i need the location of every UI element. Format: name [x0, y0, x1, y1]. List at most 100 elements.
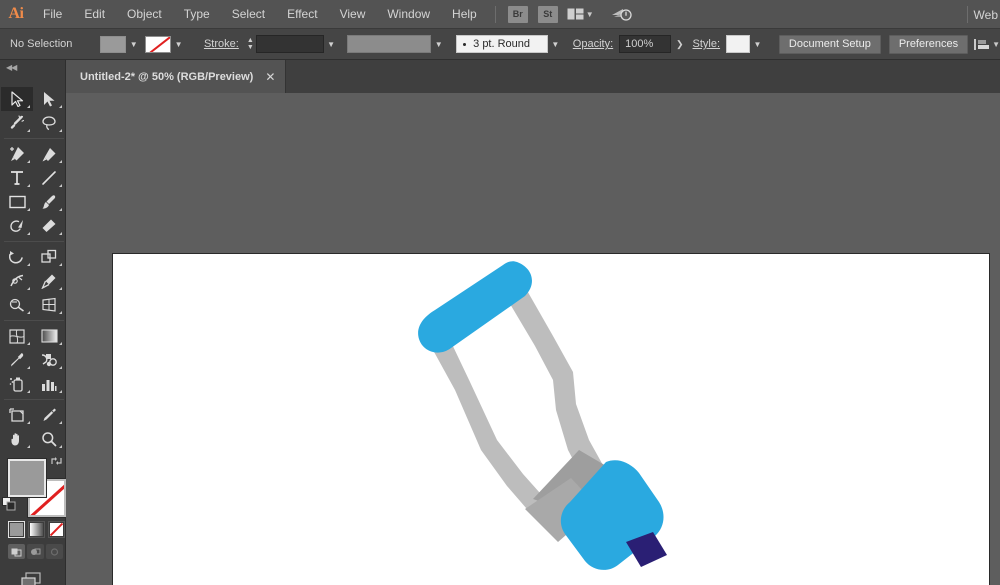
menu-separator	[495, 6, 496, 23]
brush-definition-dropdown-icon[interactable]: ▼	[548, 35, 563, 54]
double-chevron-left-icon[interactable]: ◀◀	[0, 60, 65, 74]
rectangle-tool[interactable]	[1, 190, 33, 214]
free-transform-tool[interactable]	[33, 269, 65, 293]
none-icon[interactable]	[48, 521, 65, 538]
hand-tool[interactable]	[1, 427, 33, 451]
document-tab[interactable]: Untitled-2* @ 50% (RGB/Preview) ✕	[66, 60, 286, 93]
fill-dropdown-icon[interactable]: ▼	[126, 35, 141, 54]
opacity-expand-icon[interactable]: ❯	[671, 39, 689, 50]
graphic-style-swatch[interactable]	[726, 35, 750, 53]
tools-grid	[0, 87, 66, 451]
document-tab-title: Untitled-2* @ 50% (RGB/Preview)	[80, 71, 253, 83]
opacity-input[interactable]: 100%	[619, 35, 671, 53]
draw-inside-icon[interactable]	[46, 544, 63, 559]
preferences-button[interactable]: Preferences	[889, 35, 968, 54]
canvas-area[interactable]	[66, 93, 1000, 585]
drawing-modes-row	[0, 538, 65, 559]
blend-tool[interactable]	[33, 348, 65, 372]
change-screen-mode-icon[interactable]	[0, 559, 65, 585]
paintbrush-tool[interactable]	[33, 190, 65, 214]
menu-item-type[interactable]: Type	[173, 0, 221, 29]
eyedropper-tool[interactable]	[1, 348, 33, 372]
arrange-documents-icon[interactable]: ▼	[567, 8, 594, 20]
menubar-right-group: Web	[967, 0, 1000, 29]
swap-fill-stroke-icon[interactable]	[50, 455, 63, 470]
menu-bar: Ai File Edit Object Type Select Effect V…	[0, 0, 1000, 29]
menu-item-object[interactable]: Object	[116, 0, 173, 29]
graphic-style-dropdown-icon[interactable]: ▼	[750, 35, 765, 54]
stroke-color-swatch[interactable]	[145, 36, 171, 53]
align-chevron-down-icon[interactable]: ▼	[992, 40, 1000, 49]
cloud-sync-icon[interactable]	[610, 6, 632, 22]
stroke-weight-input[interactable]	[256, 35, 324, 53]
selection-status-label: No Selection	[10, 38, 72, 50]
gradient-icon[interactable]	[28, 521, 45, 538]
magic-wand-tool[interactable]	[1, 111, 33, 135]
tools-panel-grip[interactable]	[0, 74, 65, 87]
zoom-tool[interactable]	[33, 427, 65, 451]
tools-panel: ◀◀	[0, 60, 66, 585]
width-tool[interactable]	[1, 269, 33, 293]
brush-definition-label: 3 pt. Round	[473, 38, 530, 50]
gradient-tool[interactable]	[33, 324, 65, 348]
shaper-tool[interactable]	[1, 214, 33, 238]
slice-tool[interactable]	[33, 403, 65, 427]
color-icon[interactable]	[8, 521, 25, 538]
opacity-label[interactable]: Opacity:	[573, 38, 613, 50]
eraser-tool[interactable]	[33, 214, 65, 238]
shape-builder-tool[interactable]	[1, 293, 33, 317]
selection-tool[interactable]	[1, 87, 33, 111]
type-tool[interactable]	[1, 166, 33, 190]
close-icon[interactable]: ✕	[265, 71, 275, 83]
scale-tool[interactable]	[33, 245, 65, 269]
stroke-weight-label[interactable]: Stroke:	[204, 38, 239, 50]
menu-item-file[interactable]: File	[32, 0, 73, 29]
artboard[interactable]	[112, 253, 990, 585]
menu-item-edit[interactable]: Edit	[73, 0, 116, 29]
illustrator-window: Ai File Edit Object Type Select Effect V…	[0, 0, 1000, 585]
crutch-illustration[interactable]	[413, 254, 713, 574]
draw-normal-icon[interactable]	[8, 544, 25, 559]
artboard-tool[interactable]	[1, 403, 33, 427]
draw-behind-icon[interactable]	[27, 544, 44, 559]
perspective-grid-tool[interactable]	[33, 293, 65, 317]
stroke-weight-stepper[interactable]: ▲▼	[245, 35, 256, 53]
brush-preview-dot	[463, 43, 466, 46]
stroke-weight-dropdown-icon[interactable]: ▼	[324, 35, 339, 54]
symbol-sprayer-tool[interactable]	[1, 372, 33, 396]
stroke-profile-dropdown-icon[interactable]: ▼	[431, 35, 446, 54]
brush-definition-dropdown[interactable]: 3 pt. Round	[456, 35, 548, 53]
line-segment-tool[interactable]	[33, 166, 65, 190]
menu-item-view[interactable]: View	[329, 0, 377, 29]
control-bar: No Selection ▼ ▼ Stroke: ▲▼ ▼ ▼ 3 pt. Ro…	[0, 29, 1000, 60]
stroke-profile-dropdown[interactable]	[347, 35, 432, 53]
direct-selection-tool[interactable]	[33, 87, 65, 111]
mesh-tool[interactable]	[1, 324, 33, 348]
default-fill-stroke-icon[interactable]	[2, 497, 16, 516]
menu-item-select[interactable]: Select	[221, 0, 276, 29]
stock-button[interactable]: St	[538, 6, 558, 23]
column-graph-tool[interactable]	[33, 372, 65, 396]
fill-color-swatch[interactable]	[100, 36, 126, 53]
fill-swatch-large[interactable]	[8, 459, 46, 497]
menu-separator-right	[967, 6, 968, 23]
menu-item-window[interactable]: Window	[376, 0, 441, 29]
tools-separator	[4, 138, 64, 139]
rotate-tool[interactable]	[1, 245, 33, 269]
lasso-tool[interactable]	[33, 111, 65, 135]
align-panel-icon[interactable]: ▼	[974, 38, 1000, 51]
document-setup-button[interactable]: Document Setup	[779, 35, 881, 54]
chevron-down-icon: ▼	[586, 10, 594, 19]
pen-tool[interactable]	[1, 142, 33, 166]
curvature-tool[interactable]	[33, 142, 65, 166]
menu-item-effect[interactable]: Effect	[276, 0, 328, 29]
stroke-dropdown-icon[interactable]: ▼	[171, 35, 186, 54]
workspace-switcher[interactable]: Web	[974, 8, 1000, 22]
tools-separator-2	[4, 241, 64, 242]
style-label[interactable]: Style:	[693, 38, 721, 50]
tools-separator-3	[4, 320, 64, 321]
tools-separator-4	[4, 399, 64, 400]
menu-item-help[interactable]: Help	[441, 0, 488, 29]
fill-stroke-controls	[0, 455, 66, 517]
bridge-button[interactable]: Br	[508, 6, 528, 23]
